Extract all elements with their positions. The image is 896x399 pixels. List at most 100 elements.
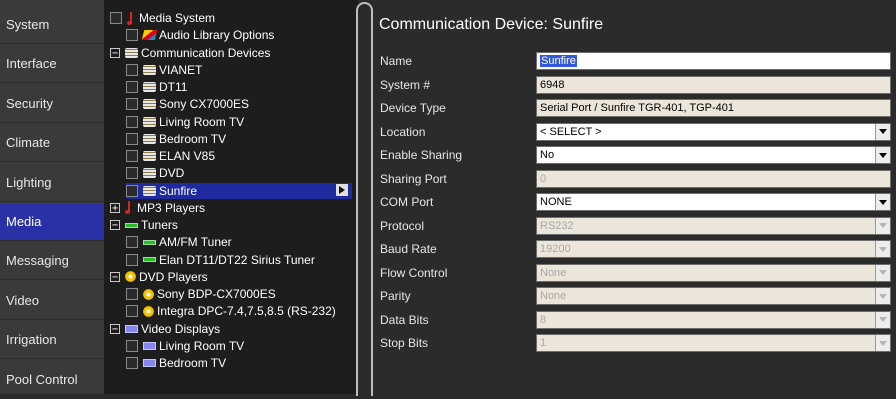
tree-checkbox[interactable] (126, 150, 138, 162)
tree-checkbox[interactable] (126, 184, 138, 197)
tree-checkbox[interactable] (110, 12, 122, 24)
collapse-icon[interactable]: − (110, 220, 120, 231)
display-icon (125, 324, 138, 333)
tree-checkbox[interactable] (126, 357, 138, 369)
tree-checkbox[interactable] (126, 29, 138, 42)
nav-item-pool-control[interactable]: Pool Control (0, 361, 104, 399)
nav-item-irrigation[interactable]: Irrigation (0, 321, 104, 360)
field-label: System # (380, 77, 431, 92)
tree-node-elan-v85[interactable]: ELAN V85 (126, 148, 215, 164)
tree-node-communication-devices[interactable]: − Communication Devices (110, 45, 270, 61)
field-value: RS232 (540, 219, 574, 232)
tree-node-mp3-players[interactable]: + MP3 Players (110, 200, 205, 216)
tree-node-label: Audio Library Options (159, 28, 275, 43)
field-label: Enable Sharing (380, 148, 463, 162)
device-icon (143, 185, 156, 196)
nav-item-video[interactable]: Video (0, 282, 104, 320)
field-row-name: Name Sunfire (373, 50, 896, 72)
collapse-icon[interactable]: − (110, 47, 120, 58)
tree-node-tuners[interactable]: − Tuners (110, 217, 178, 233)
device-type-field: Serial Port / Sunfire TGR-401, TGP-401 (536, 99, 891, 117)
data-bits-select: 8 (536, 310, 891, 329)
nav-item-media[interactable]: Media (0, 203, 104, 241)
field-row-sharing-port: Sharing Port 0 (373, 168, 896, 190)
tree-node-dvd-players[interactable]: − DVD Players (110, 269, 208, 285)
chevron-down-icon[interactable] (875, 147, 890, 163)
tree-node-label: Video Displays (141, 321, 221, 336)
tree-node-label: DT11 (159, 80, 188, 94)
dvd-icon (143, 288, 154, 300)
tree-checkbox[interactable] (126, 132, 138, 145)
tree-checkbox[interactable] (126, 339, 138, 352)
field-row-stop-bits: Stop Bits 1 (373, 332, 896, 354)
play-arrow-icon[interactable] (336, 183, 348, 196)
tree-node-living-room-tv[interactable]: Living Room TV (126, 114, 244, 130)
enable-sharing-select[interactable]: No (536, 146, 891, 164)
tree-node-bedroom-tv[interactable]: Bedroom TV (126, 355, 226, 371)
nav-item-system[interactable]: System (0, 6, 104, 44)
dvd-icon (143, 305, 154, 317)
tree-node-audio-library-options[interactable]: Audio Library Options (126, 27, 274, 43)
tree-checkbox[interactable] (126, 167, 138, 180)
tree-node-sony-cx7000es[interactable]: Sony CX7000ES (126, 96, 249, 112)
tree-checkbox[interactable] (126, 288, 138, 300)
tree-node-living-room-tv[interactable]: Living Room TV (126, 338, 244, 354)
nav-item-interface[interactable]: Interface (0, 45, 104, 84)
tree-node-media-system[interactable]: Media System (110, 10, 215, 26)
tree-checkbox[interactable] (126, 236, 138, 249)
tree-node-vianet[interactable]: VIANET (126, 62, 202, 78)
field-value: Serial Port / Sunfire TGR-401, TGP-401 (540, 102, 735, 114)
tree-node-integra-dpc-7-4-7-5-8-5-rs-232[interactable]: Integra DPC-7.4,7.5,8.5 (RS-232) (126, 303, 336, 319)
tree-node-sony-bdp-cx7000es[interactable]: Sony BDP-CX7000ES (126, 286, 276, 302)
nav-item-security[interactable]: Security (0, 85, 104, 123)
tree-checkbox[interactable] (126, 115, 138, 128)
collapse-icon[interactable]: − (110, 271, 120, 282)
panel-divider[interactable] (356, 2, 373, 396)
field-row-system: System # 6948 (373, 74, 896, 96)
tree-node-am-fm-tuner[interactable]: AM/FM Tuner (126, 234, 232, 250)
tree-node-sunfire[interactable]: Sunfire (126, 182, 352, 199)
nav-item-climate[interactable]: Climate (0, 124, 104, 163)
device-icon (143, 151, 156, 161)
tree-node-dvd[interactable]: DVD (126, 165, 184, 181)
tree-checkbox[interactable] (126, 305, 138, 318)
tuner-icon (143, 239, 156, 245)
nav-item-lighting[interactable]: Lighting (0, 164, 104, 202)
field-row-device-type: Device Type Serial Port / Sunfire TGR-401… (373, 97, 896, 119)
tree-node-label: Bedroom TV (159, 356, 227, 370)
field-label: Device Type (380, 101, 446, 115)
tree-node-label: VIANET (159, 62, 203, 77)
com-port-select[interactable]: NONE (536, 193, 891, 211)
name-field[interactable]: Sunfire (536, 52, 891, 70)
expand-icon[interactable]: + (110, 202, 120, 213)
tree-node-dt11[interactable]: DT11 (126, 79, 187, 95)
tree-checkbox[interactable] (126, 63, 138, 76)
chevron-down-icon[interactable] (875, 194, 890, 210)
nav-item-messaging[interactable]: Messaging (0, 242, 104, 281)
dvd-icon (125, 271, 136, 283)
category-sidebar: System Interface Security Climate Lighting Me… (0, 0, 104, 399)
tuner-icon (125, 222, 138, 228)
field-label: Sharing Port (380, 171, 447, 186)
location-select[interactable]: < SELECT > (536, 122, 891, 141)
field-label: Protocol (380, 218, 425, 233)
tree-node-video-displays[interactable]: − Video Displays (110, 321, 220, 337)
display-icon (143, 359, 156, 367)
tree-node-label: Sony BDP-CX7000ES (157, 287, 276, 301)
tree-checkbox[interactable] (126, 98, 138, 111)
field-value: None (540, 290, 567, 302)
tree-checkbox[interactable] (126, 253, 138, 266)
device-icon (143, 116, 156, 127)
chevron-down-icon[interactable] (875, 123, 890, 140)
tree-node-elan-dt11-dt22-sirius-tuner[interactable]: Elan DT11/DT22 Sirius Tuner (126, 252, 315, 268)
field-value: 0 (540, 172, 547, 185)
device-icon (143, 168, 156, 179)
field-label: COM Port (380, 195, 434, 209)
tree-checkbox[interactable] (126, 81, 138, 93)
tree-node-bedroom-tv[interactable]: Bedroom TV (126, 131, 226, 147)
tree-node-label: Media System (139, 11, 216, 25)
field-row-data-bits: Data Bits 8 (373, 309, 896, 331)
device-icon (125, 47, 138, 58)
tree-node-label: Living Room TV (159, 114, 245, 129)
collapse-icon[interactable]: − (110, 323, 120, 334)
